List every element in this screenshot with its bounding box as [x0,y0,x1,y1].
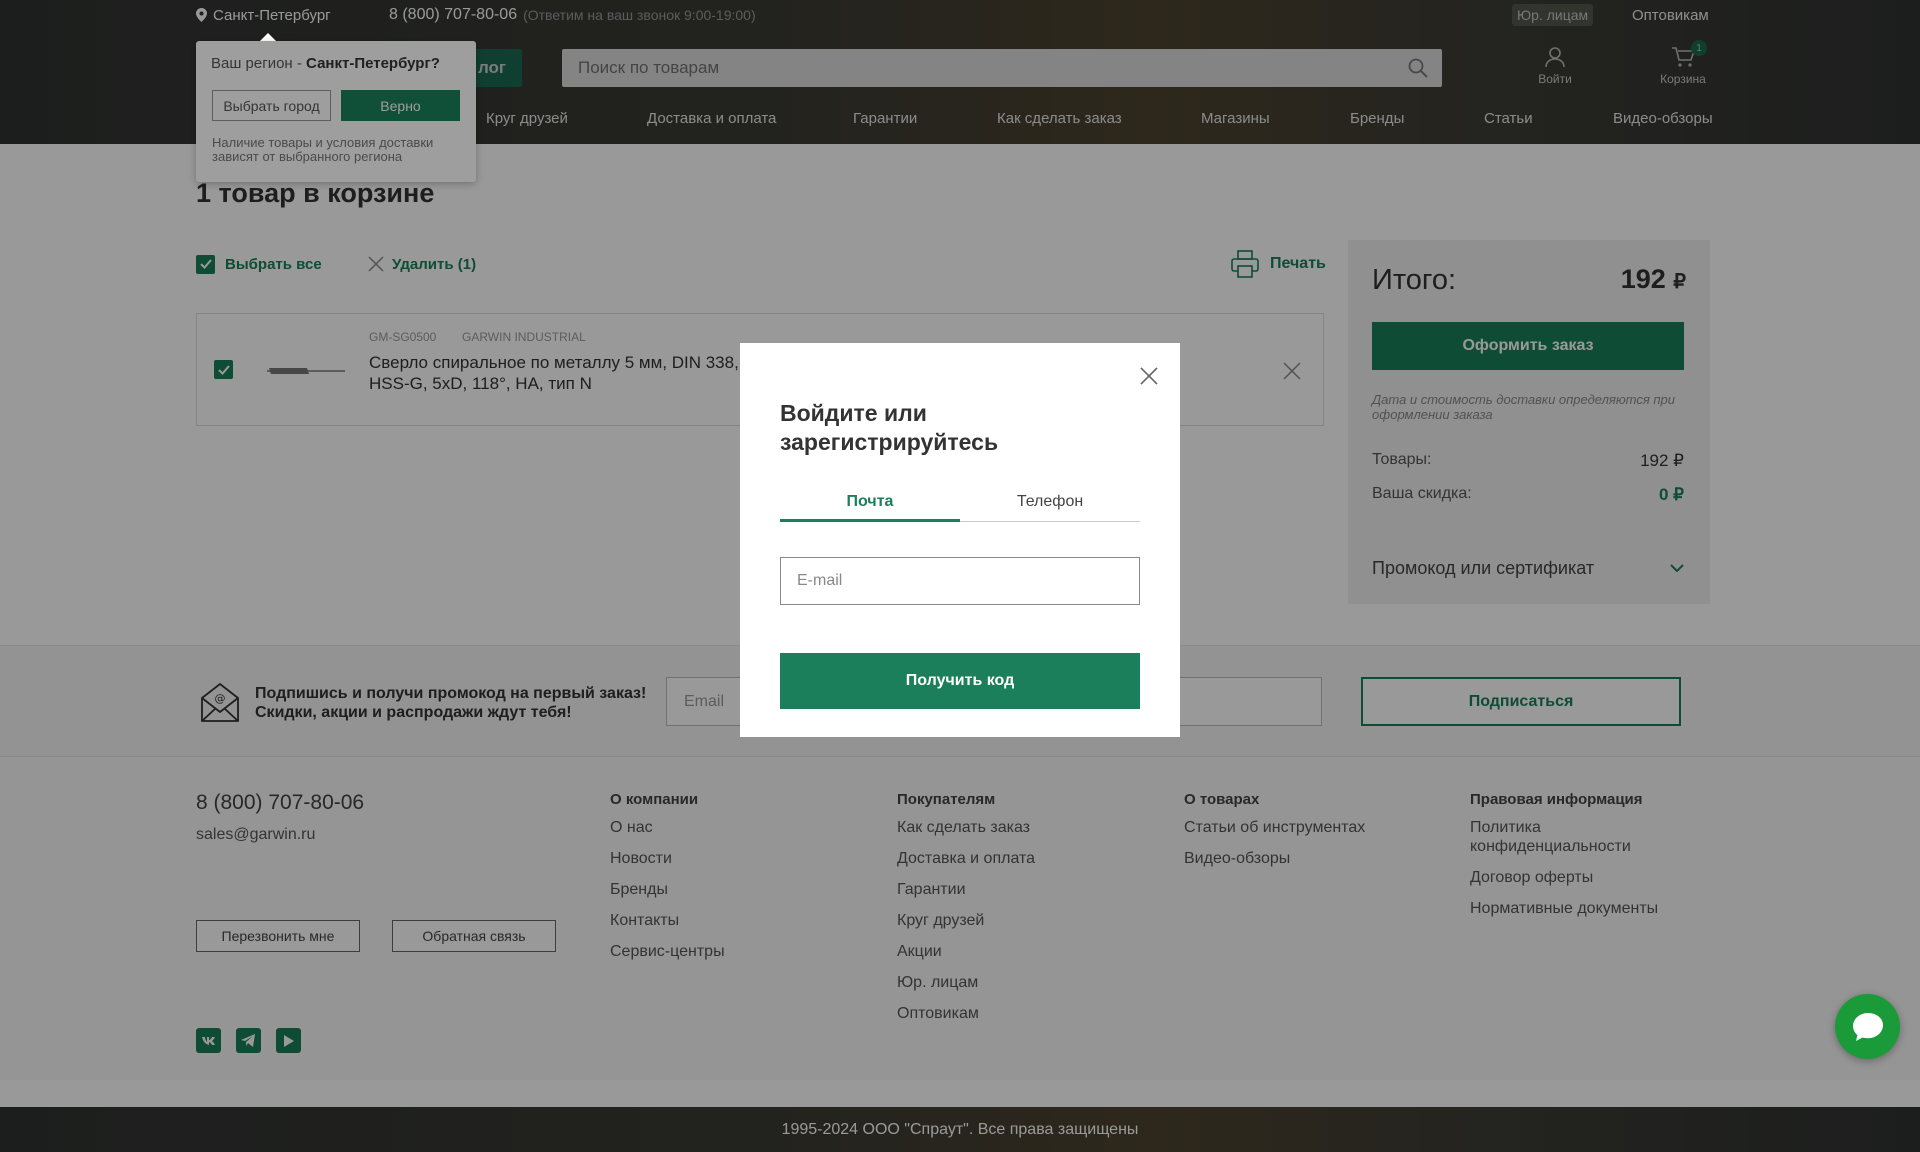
modal-title: Войдите или зарегистрируйтесь [780,400,999,455]
tab-phone[interactable]: Телефон [960,493,1140,511]
chat-button[interactable] [1835,994,1900,1059]
region-question-prefix: Ваш регион - [211,55,307,72]
choose-city-button[interactable]: Выбрать город [212,90,331,121]
email-field[interactable] [780,557,1140,605]
chat-bubble-icon [1852,1012,1884,1042]
confirm-city-button[interactable]: Верно [341,90,460,121]
region-note: Наличие товары и условия доставки завися… [212,135,434,164]
login-modal: Войдите или зарегистрируйтесь Почта Теле… [740,343,1180,737]
login-tabs: Почта Телефон [780,493,1140,522]
region-question: Ваш регион - Санкт-Петербург? [211,55,440,72]
region-question-city: Санкт-Петербург? [306,55,440,72]
close-icon[interactable] [1140,367,1158,385]
region-popup: Ваш регион - Санкт-Петербург? Выбрать го… [196,41,476,182]
tab-email[interactable]: Почта [780,493,960,522]
get-code-button[interactable]: Получить код [780,653,1140,709]
